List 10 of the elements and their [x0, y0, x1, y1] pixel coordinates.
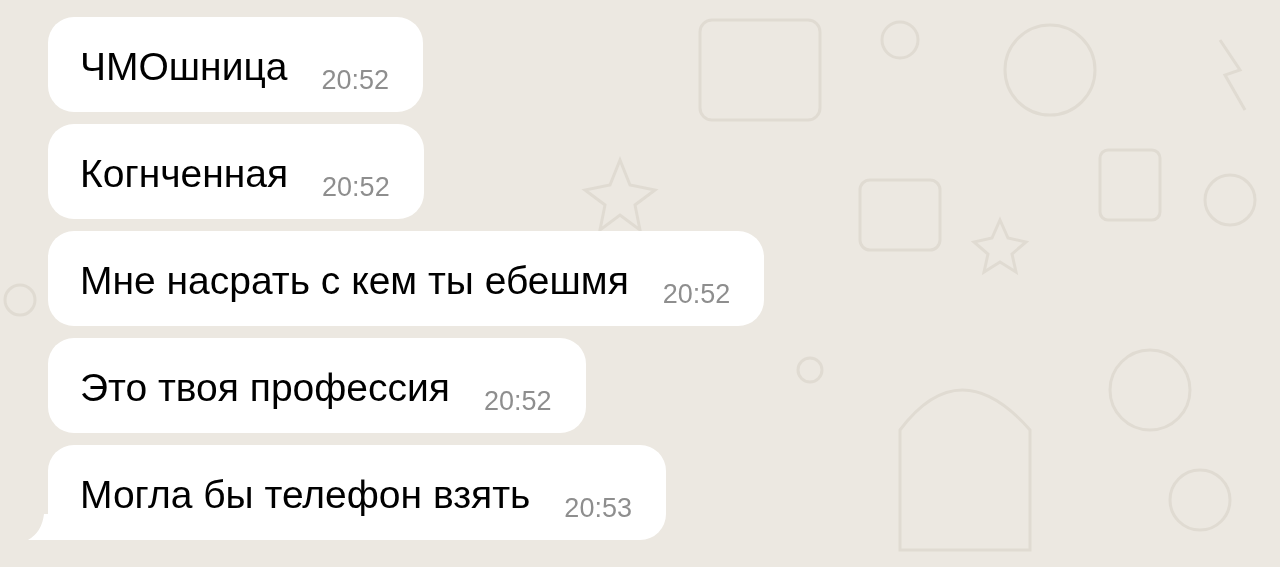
message-text: ЧМОшница — [80, 44, 288, 90]
message-text: Могла бы телефон взять — [80, 472, 531, 518]
message-text: Мне насрать с кем ты ебешмя — [80, 258, 629, 304]
message-time: 20:52 — [483, 385, 552, 417]
message-time: 20:52 — [322, 171, 390, 203]
message-time: 20:53 — [564, 492, 632, 524]
message-time: 20:52 — [662, 278, 731, 310]
message-time: 20:52 — [321, 64, 390, 96]
message-text: Когнченная — [80, 151, 289, 197]
message-text: Это твоя профессия — [80, 365, 450, 411]
